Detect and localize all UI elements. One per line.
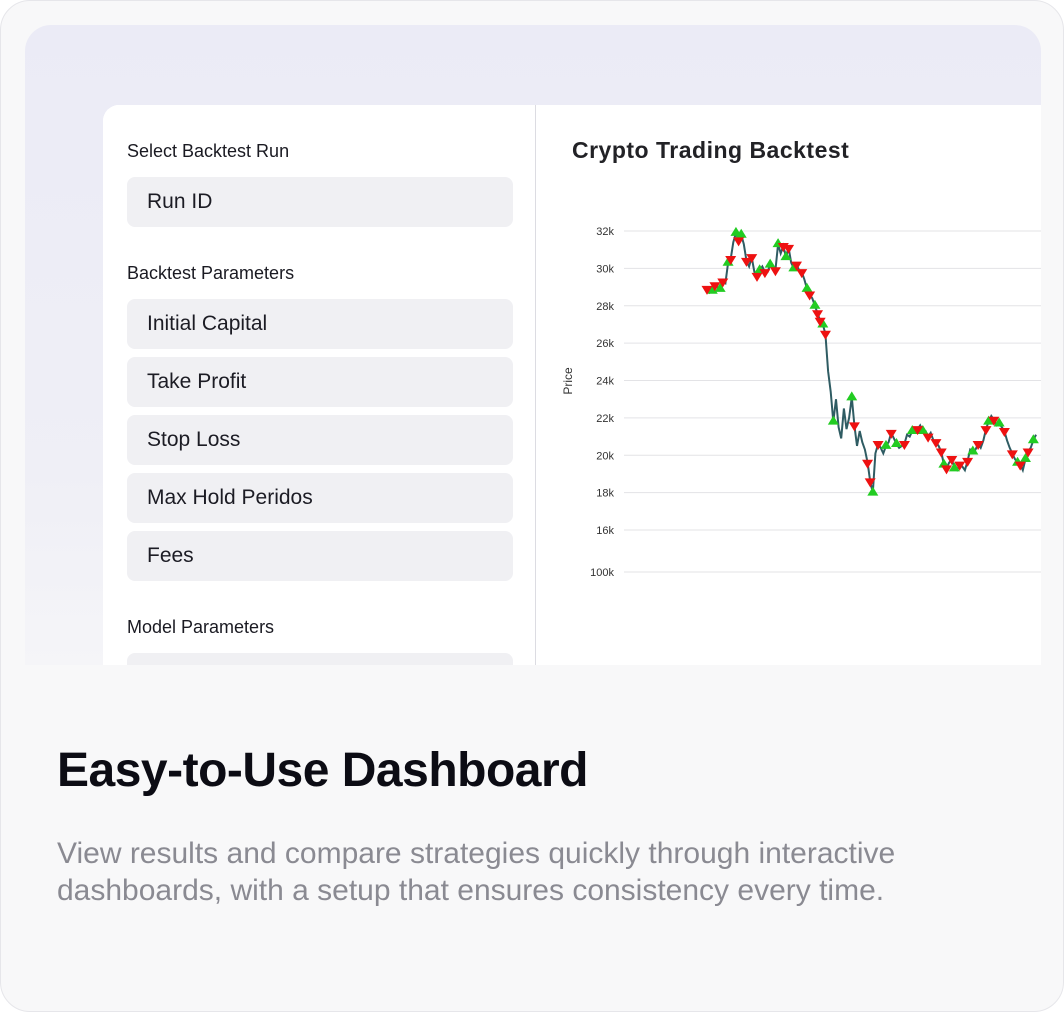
price-chart[interactable]: 32k 30k 28k 26k 24k 22k 20k 18k 16k 100k Price bbox=[536, 105, 1041, 665]
dashboard-preview: Select Backtest Run Run ID Backtest Para… bbox=[25, 25, 1041, 665]
buy-marker bbox=[867, 486, 879, 496]
buy-marker bbox=[764, 258, 776, 268]
feature-headline: Easy-to-Use Dashboard bbox=[57, 744, 588, 797]
fees-field[interactable]: Fees bbox=[127, 531, 513, 581]
buy-marker bbox=[846, 391, 858, 401]
run-id-select[interactable]: Run ID bbox=[127, 177, 513, 227]
sell-marker bbox=[819, 330, 831, 340]
sell-marker bbox=[862, 459, 874, 469]
sell-marker bbox=[998, 427, 1010, 437]
y-tick-label: 32k bbox=[596, 226, 614, 238]
sell-marker bbox=[796, 269, 808, 279]
stop-loss-field[interactable]: Stop Loss bbox=[127, 415, 513, 465]
y-tick-label: 22k bbox=[596, 413, 614, 425]
model-parameters-label: Model Parameters bbox=[127, 617, 275, 637]
sidebar: Select Backtest Run Run ID Backtest Para… bbox=[103, 105, 536, 665]
sell-marker bbox=[751, 272, 763, 282]
y-tick-label: 24k bbox=[596, 376, 614, 388]
chart-panel: Crypto Trading Backtest 32k 30k 28k 26k 24k 2… bbox=[536, 105, 1041, 665]
initial-capital-field[interactable]: Initial Capital bbox=[127, 299, 513, 349]
y-tick-label: 16k bbox=[596, 525, 614, 537]
select-run-label: Select Backtest Run bbox=[127, 141, 290, 161]
y-axis-label: Price bbox=[561, 367, 575, 395]
take-profit-field[interactable]: Take Profit bbox=[127, 357, 513, 407]
sell-marker bbox=[980, 426, 992, 436]
buy-marker bbox=[801, 282, 813, 292]
y-tick-label: 26k bbox=[596, 338, 614, 350]
y-tick-label: 30k bbox=[596, 263, 614, 275]
sell-marker bbox=[848, 422, 860, 432]
feature-card: Select Backtest Run Run ID Backtest Para… bbox=[0, 0, 1064, 1012]
y-tick-label: 18k bbox=[596, 488, 614, 500]
feature-description: View results and compare strategies quic… bbox=[57, 837, 896, 907]
sell-marker bbox=[935, 448, 947, 458]
y-tick-label: 100k bbox=[590, 567, 614, 579]
y-tick-label: 20k bbox=[596, 450, 614, 462]
y-tick-label: 28k bbox=[596, 301, 614, 313]
buy-marker bbox=[809, 299, 821, 309]
sell-marker bbox=[769, 267, 781, 277]
max-hold-periods-field[interactable]: Max Hold Peridos bbox=[127, 473, 513, 523]
app-window: Select Backtest Run Run ID Backtest Para… bbox=[103, 105, 1041, 665]
model-parameter-field[interactable] bbox=[127, 653, 513, 665]
backtest-parameters-label: Backtest Parameters bbox=[127, 263, 295, 283]
sell-marker bbox=[885, 429, 897, 439]
buy-marker bbox=[1027, 434, 1039, 444]
